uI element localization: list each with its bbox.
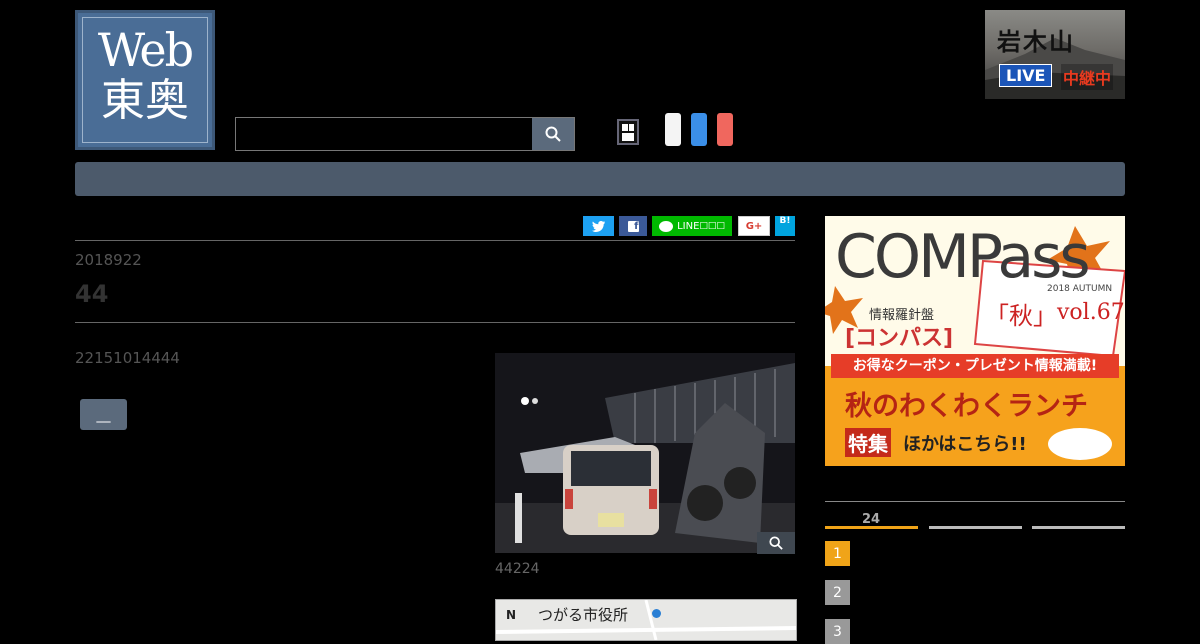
line-share-label: LINE <box>677 220 700 232</box>
mobile-site-icon[interactable] <box>617 119 639 145</box>
live-camera-banner[interactable]: 岩木山 LIVE 中継中 <box>985 10 1125 99</box>
article-body: 22151014444 <box>75 349 180 367</box>
share-gplus-button[interactable]: G+ <box>738 216 770 236</box>
ranking-number-3: 3 <box>825 619 850 644</box>
share-hatena-button[interactable]: B! <box>775 216 795 236</box>
compass-ad-banner[interactable]: COMPass 情報羅針盤 [コンパス] 2018 AUTUMN 「秋」 vol… <box>825 216 1125 466</box>
map-place-label: つがる市役所 <box>538 606 629 624</box>
ranking-tab-24h-indicator <box>825 526 918 529</box>
site-logo[interactable]: Web 東奥 <box>75 10 215 150</box>
ranking-tab-2[interactable] <box>929 526 1022 529</box>
photo-caption: 44224 <box>495 561 540 577</box>
share-facebook-button[interactable]: f <box>619 216 647 236</box>
live-status: 中継中 <box>1061 64 1114 90</box>
ad-coupon-banner: お得なクーポン・プレゼント情報満載! <box>831 354 1119 378</box>
facebook-icon: f <box>627 220 639 232</box>
ranking-number-1: 1 <box>825 541 850 566</box>
ranking-number-2: 2 <box>825 580 850 605</box>
live-banner-title: 岩木山 <box>997 27 1075 56</box>
photo-zoom-button[interactable] <box>757 532 795 554</box>
logo-text-web: Web <box>97 23 194 77</box>
ad-feature-link: ほかはこちら!! <box>903 434 1027 455</box>
hatena-label: B! <box>779 216 791 226</box>
article-top-divider <box>75 240 795 241</box>
social-link-blue[interactable] <box>691 113 707 146</box>
social-link-white[interactable] <box>665 113 681 146</box>
search-icon <box>545 126 561 142</box>
article-title-divider <box>75 322 795 323</box>
ranking-tab-3[interactable] <box>1032 526 1125 529</box>
twitter-icon <box>592 220 605 232</box>
ad-feature-badge: 特集 <box>845 428 891 457</box>
article-title: 44 <box>75 280 109 308</box>
ad-feature-title: 秋のわくわくランチ <box>845 391 1088 422</box>
share-line-button[interactable]: LINE □□□ <box>652 216 732 236</box>
more-button[interactable]: __ <box>80 399 127 430</box>
main-nav-bar[interactable] <box>75 162 1125 196</box>
ad-title: COMPass <box>835 222 1091 292</box>
gplus-label: G+ <box>745 220 763 232</box>
live-badge: LIVE <box>999 64 1053 87</box>
social-link-red[interactable] <box>717 113 733 146</box>
logo-text-too: 東奥 <box>101 75 189 126</box>
ad-volume: vol.67 <box>1057 300 1125 325</box>
search-button[interactable] <box>532 118 574 150</box>
accident-photo-image <box>495 353 795 553</box>
ad-brand-jp: [コンパス] <box>845 326 954 351</box>
ad-season-year: 2018 AUTUMN <box>1047 284 1113 294</box>
search-box <box>235 117 575 151</box>
north-arrow-icon: N <box>506 608 517 622</box>
search-input[interactable] <box>236 118 532 150</box>
ad-season: 「秋」 <box>985 302 1057 330</box>
article-date: 2018922 <box>75 251 142 269</box>
share-twitter-button[interactable] <box>583 216 614 236</box>
map-marker-icon <box>652 609 661 618</box>
article-photo[interactable] <box>495 353 795 553</box>
ranking-divider <box>825 501 1125 502</box>
zoom-icon <box>769 536 783 550</box>
line-icon <box>659 220 674 232</box>
location-map[interactable]: N つがる市役所 <box>495 599 797 641</box>
